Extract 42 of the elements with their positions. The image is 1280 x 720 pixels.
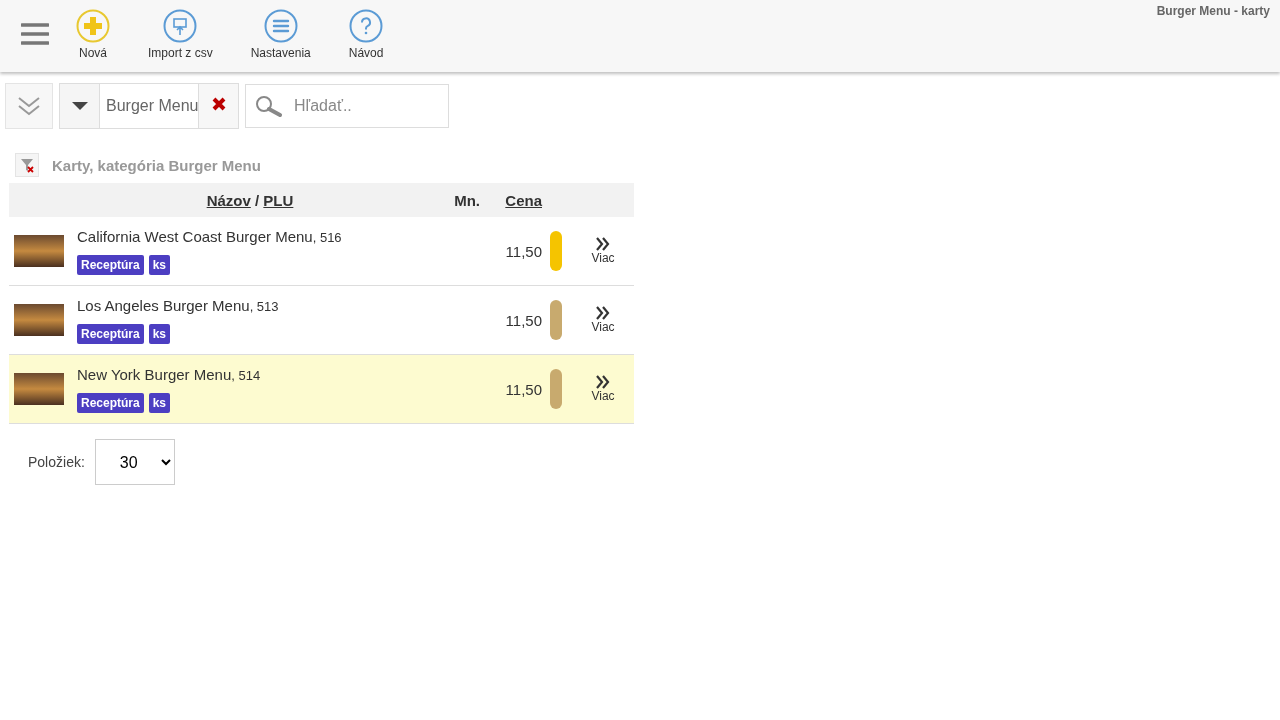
tag-label: Receptúra xyxy=(77,392,144,413)
item-name: California West Coast Burger Menu, 516 xyxy=(77,227,343,245)
plu-sort-link[interactable]: PLU xyxy=(263,191,294,209)
tag-label: Receptúra xyxy=(77,254,144,275)
search-field[interactable]: Hľadať.. xyxy=(245,84,449,128)
tag-label: Receptúra xyxy=(77,323,144,344)
double-chevron-icon xyxy=(595,306,611,320)
search-icon xyxy=(255,95,283,117)
double-chevron-icon xyxy=(595,237,611,251)
more-button[interactable]: Viac xyxy=(591,237,615,265)
double-chevron-icon xyxy=(595,375,611,389)
column-separator: / xyxy=(255,191,260,209)
help-icon xyxy=(349,9,384,43)
item-name: Los Angeles Burger Menu, 513 xyxy=(77,296,280,314)
list-heading: Karty, kategória Burger Menu xyxy=(52,156,261,174)
plus-icon xyxy=(76,9,110,43)
photo-placeholder xyxy=(14,304,64,336)
tag-label: ks xyxy=(148,392,171,413)
photo-placeholder xyxy=(14,235,64,267)
toolbar-button[interactable]: Návod xyxy=(348,0,384,60)
toolbar-button[interactable]: Import z csv xyxy=(148,0,213,60)
photo-placeholder xyxy=(14,373,64,405)
more-button[interactable]: Viac xyxy=(591,375,615,403)
quantity-column-header: Mn. xyxy=(429,183,481,217)
name-sort-link[interactable]: Názov xyxy=(206,191,251,209)
upload-icon xyxy=(163,9,198,43)
toolbar-button[interactable]: Nastavenia xyxy=(250,0,311,60)
item-name: New York Burger Menu, 514 xyxy=(77,365,262,383)
filter-clear-icon[interactable] xyxy=(15,153,39,177)
price-cell: 11,50 xyxy=(481,354,550,424)
menu-icon xyxy=(263,9,298,43)
table-row[interactable]: California West Coast Burger Menu, 516 Receptúra ks 11,50 Viac xyxy=(9,217,634,286)
page-size-label: Položiek: xyxy=(28,454,85,470)
double-chevron-icon xyxy=(17,95,41,117)
tag-label: ks xyxy=(148,323,171,344)
window-title: Burger Menu - karty xyxy=(1156,4,1270,18)
toolbar-button[interactable]: Nová xyxy=(76,0,110,60)
page-size-select[interactable]: 30 xyxy=(94,439,175,485)
tag-label: ks xyxy=(148,254,171,275)
expand-button[interactable] xyxy=(5,83,53,129)
table-row[interactable]: Los Angeles Burger Menu, 513 Receptúra ks 11,50 Viac xyxy=(9,285,634,355)
more-button[interactable]: Viac xyxy=(591,306,615,334)
